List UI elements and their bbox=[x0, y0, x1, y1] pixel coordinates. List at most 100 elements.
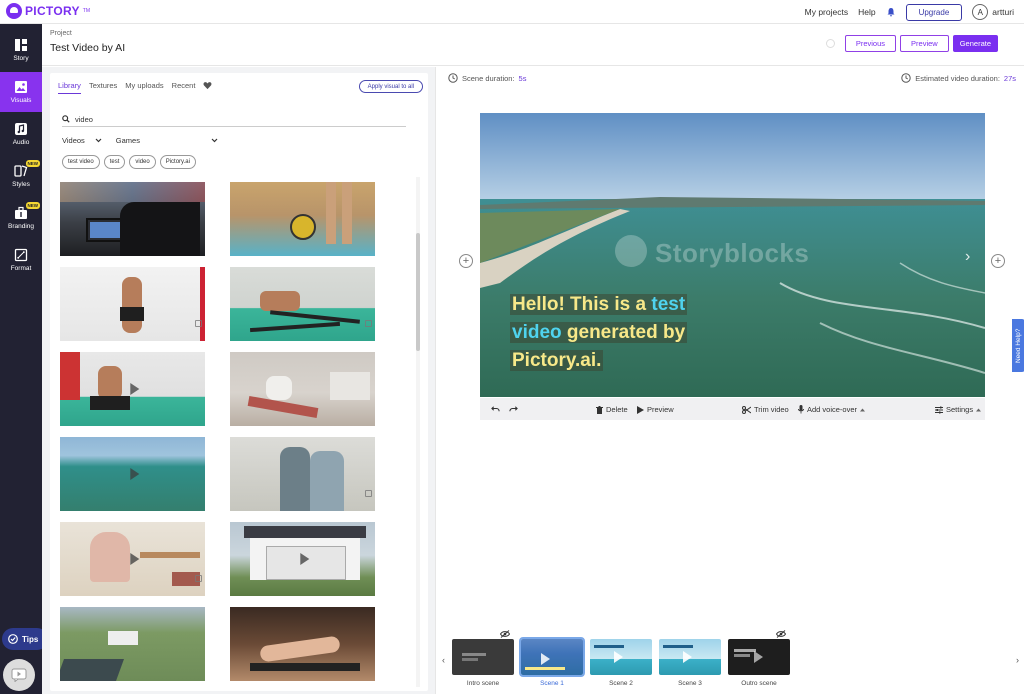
media-thumbnail-pushup[interactable] bbox=[230, 267, 375, 341]
keyword-chip[interactable]: Pictory.ai bbox=[159, 155, 196, 169]
scene-settings-button[interactable]: Settings bbox=[935, 405, 982, 414]
estimated-duration-value: 27s bbox=[1003, 73, 1016, 83]
eye-off-icon[interactable] bbox=[500, 630, 510, 638]
scene-label: Outro scene bbox=[741, 680, 777, 687]
clock-icon bbox=[901, 73, 911, 83]
media-thumbnail-stretching[interactable] bbox=[230, 352, 375, 426]
play-icon bbox=[754, 651, 763, 663]
tab-library[interactable]: Library bbox=[58, 81, 81, 94]
bell-icon[interactable] bbox=[886, 7, 896, 17]
category-select[interactable]: Games bbox=[116, 136, 218, 145]
estimated-duration-label: Estimated video duration: bbox=[915, 73, 1000, 83]
media-thumbnail-couple[interactable] bbox=[230, 437, 375, 511]
sidebar-item-story[interactable]: Story bbox=[0, 30, 42, 70]
timeline-next-arrow-icon[interactable]: › bbox=[1016, 655, 1019, 665]
add-voice-over-button[interactable]: Add voice-over bbox=[798, 405, 866, 414]
scene-card-3[interactable]: Scene 3 bbox=[659, 639, 721, 694]
top-bar: PICTORY TM My projects Help Upgrade A ar… bbox=[0, 0, 1024, 24]
need-help-tab[interactable]: Need Help? bbox=[1012, 319, 1024, 372]
play-icon bbox=[129, 468, 139, 480]
microphone-icon bbox=[798, 405, 804, 414]
tab-my-uploads[interactable]: My uploads bbox=[125, 81, 163, 94]
sidebar-item-visuals[interactable]: Visuals bbox=[0, 72, 42, 112]
sidebar-item-label: Branding bbox=[7, 223, 35, 230]
scrollbar-thumb[interactable] bbox=[416, 233, 420, 351]
pictory-logo[interactable]: PICTORY TM bbox=[6, 3, 90, 19]
caret-up-icon bbox=[976, 408, 982, 411]
media-thumbnail-battle-ropes[interactable] bbox=[60, 352, 205, 426]
media-thumbnail-camera[interactable] bbox=[60, 182, 205, 256]
media-thumbnail-aerial-house[interactable] bbox=[60, 607, 205, 681]
scene-card-1[interactable]: Scene 1 bbox=[519, 637, 585, 694]
chevron-down-icon bbox=[211, 138, 218, 143]
sidebar-item-audio[interactable]: Audio bbox=[0, 114, 42, 154]
scene-card-intro[interactable]: Intro scene bbox=[452, 630, 514, 694]
video-preview[interactable]: Storyblocks › Hello! This is a test vide… bbox=[480, 113, 985, 397]
username: artturi bbox=[992, 7, 1014, 17]
upgrade-button[interactable]: Upgrade bbox=[905, 3, 963, 21]
keyword-chip[interactable]: test bbox=[103, 155, 126, 169]
media-thumbnail-yoga-back[interactable] bbox=[60, 522, 205, 596]
heart-icon[interactable] bbox=[203, 81, 212, 90]
project-label: Project bbox=[50, 30, 72, 37]
media-thumbnail-ball[interactable] bbox=[230, 182, 375, 256]
media-thumbnail-plank[interactable] bbox=[230, 607, 375, 681]
preview-button[interactable]: Preview bbox=[900, 35, 949, 52]
story-icon bbox=[15, 39, 27, 51]
chevron-right-icon[interactable]: › bbox=[965, 248, 970, 266]
visual-tabs: Library Textures My uploads Recent bbox=[58, 81, 212, 94]
scene-thumbnail bbox=[590, 639, 652, 675]
sidebar-item-label: Story bbox=[13, 55, 29, 62]
trim-video-button[interactable]: Trim video bbox=[742, 405, 789, 414]
sidebar-item-branding[interactable]: NEW Branding bbox=[0, 198, 42, 238]
media-thumbnail-beach[interactable] bbox=[60, 437, 205, 511]
scene-card-2[interactable]: Scene 2 bbox=[590, 639, 652, 694]
caret-up-icon bbox=[860, 408, 866, 411]
redo-icon[interactable] bbox=[509, 404, 518, 413]
keyword-chip[interactable]: video bbox=[129, 155, 156, 169]
check-circle-icon bbox=[8, 634, 18, 644]
project-title[interactable]: Test Video by AI bbox=[50, 42, 125, 54]
add-scene-before-button[interactable]: + bbox=[459, 254, 473, 268]
generate-button[interactable]: Generate bbox=[952, 35, 998, 52]
my-projects-link[interactable]: My projects bbox=[805, 7, 848, 17]
scene-thumbnail bbox=[659, 639, 721, 675]
timeline-prev-arrow-icon[interactable]: ‹ bbox=[442, 655, 445, 665]
voice-over-label: Add voice-over bbox=[807, 405, 858, 414]
sliders-icon bbox=[935, 406, 943, 413]
keyword-chips: test video test video Pictory.ai bbox=[62, 155, 196, 169]
tab-recent[interactable]: Recent bbox=[172, 81, 196, 94]
search-input[interactable]: video bbox=[62, 112, 406, 127]
scene-duration[interactable]: Scene duration: 5s bbox=[448, 73, 526, 83]
play-icon bbox=[541, 653, 550, 665]
eye-off-icon[interactable] bbox=[776, 630, 786, 638]
add-scene-after-button[interactable]: + bbox=[991, 254, 1005, 268]
format-icon bbox=[14, 248, 28, 262]
search-icon bbox=[62, 115, 70, 123]
copy-icon bbox=[195, 320, 202, 327]
delete-scene-button[interactable]: Delete bbox=[596, 405, 628, 414]
scene-thumbnail bbox=[728, 639, 790, 675]
scene-label: Scene 3 bbox=[678, 680, 702, 687]
chat-button[interactable] bbox=[3, 659, 35, 691]
previous-button[interactable]: Previous bbox=[844, 35, 897, 52]
sidebar-item-styles[interactable]: NEW Styles bbox=[0, 156, 42, 196]
user-menu[interactable]: A artturi bbox=[972, 4, 1014, 20]
category-value: Games bbox=[115, 136, 140, 145]
caption-text: generated by bbox=[561, 322, 686, 343]
keyword-chip[interactable]: test video bbox=[62, 155, 100, 169]
sidebar-item-format[interactable]: Format bbox=[0, 240, 42, 280]
scene-card-outro[interactable]: Outro scene bbox=[728, 630, 790, 694]
help-link[interactable]: Help bbox=[858, 7, 875, 17]
scene-caption[interactable]: Hello! This is a test video generated by… bbox=[510, 291, 688, 375]
tab-textures[interactable]: Textures bbox=[89, 81, 117, 94]
new-badge: NEW bbox=[25, 160, 40, 167]
trash-icon bbox=[596, 405, 603, 414]
undo-icon[interactable] bbox=[491, 404, 500, 413]
media-type-select[interactable]: Videos bbox=[62, 136, 102, 145]
media-thumbnail-jump-rope[interactable] bbox=[60, 267, 205, 341]
preview-scene-button[interactable]: Preview bbox=[637, 405, 674, 414]
media-thumbnail-garage[interactable] bbox=[230, 522, 375, 596]
apply-visual-to-all-button[interactable]: Apply visual to all bbox=[358, 80, 423, 93]
sidebar-item-label: Format bbox=[10, 265, 32, 272]
